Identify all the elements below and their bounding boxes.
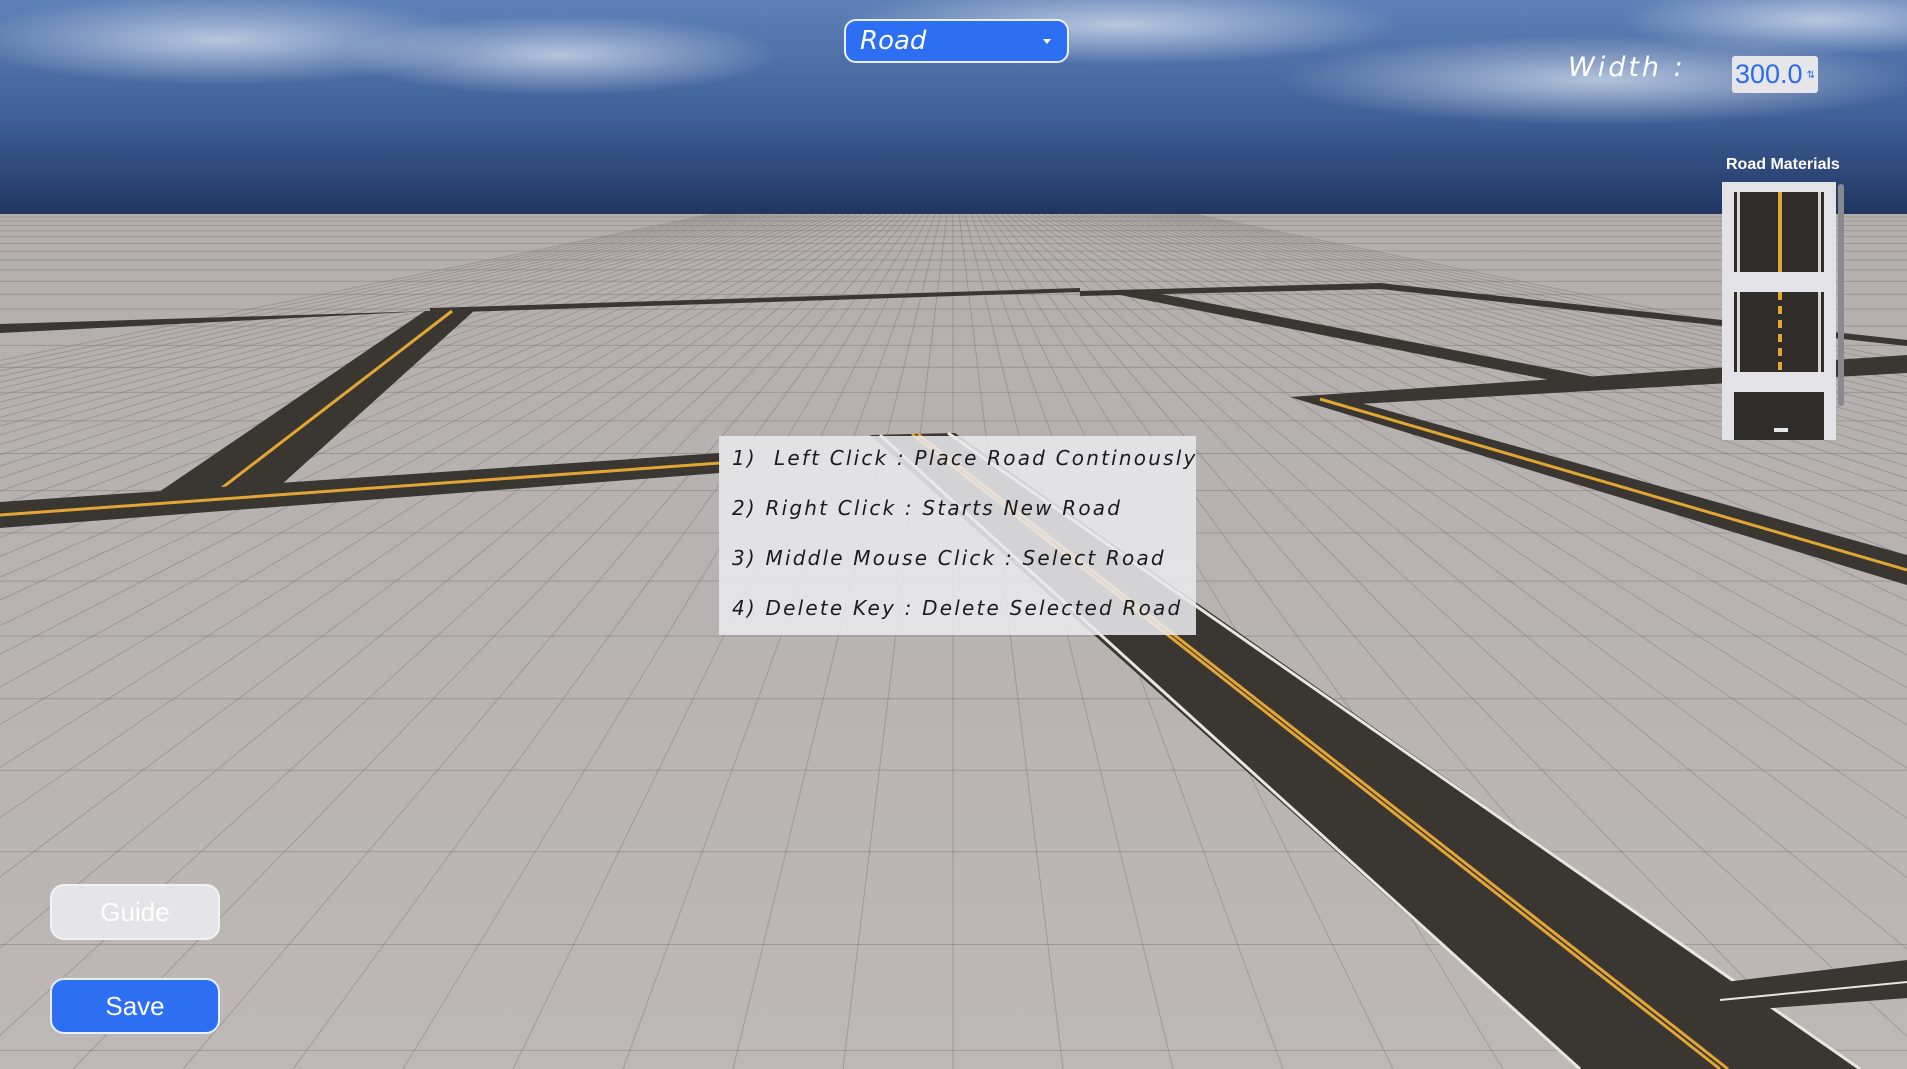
guide-line: 1) Left Click : Place Road Continously: [732, 446, 1198, 470]
mode-dropdown-value: Road: [860, 26, 927, 56]
mode-dropdown[interactable]: Road: [844, 19, 1069, 63]
chevron-down-icon: [1043, 39, 1051, 44]
material-tile-solid-yellow[interactable]: [1734, 192, 1824, 272]
width-label: Width :: [1568, 52, 1686, 83]
material-edge-line: [1818, 192, 1821, 272]
save-button[interactable]: Save: [50, 978, 220, 1034]
guide-panel: 1) Left Click : Place Road Continously 2…: [719, 436, 1196, 635]
material-edge-line: [1737, 192, 1740, 272]
guide-line: 3) Middle Mouse Click : Select Road: [732, 546, 1166, 570]
spinner-arrows-icon[interactable]: ⇅: [1807, 70, 1815, 81]
material-center-line: [1778, 292, 1782, 372]
materials-panel: [1722, 182, 1836, 440]
material-edge-line: [1737, 292, 1740, 372]
material-tile-plain[interactable]: [1734, 392, 1824, 440]
width-input[interactable]: 300.0 ⇅: [1732, 56, 1818, 93]
materials-scrollbar[interactable]: [1838, 184, 1844, 406]
material-mark: [1774, 428, 1788, 432]
material-tile-dashed-yellow[interactable]: [1734, 292, 1824, 372]
materials-title: Road Materials: [1726, 156, 1840, 173]
material-edge-line: [1818, 292, 1821, 372]
guide-line: 2) Right Click : Starts New Road: [732, 496, 1123, 520]
material-center-line: [1778, 192, 1782, 272]
guide-button[interactable]: Guide: [50, 884, 220, 940]
guide-line: 4) Delete Key : Delete Selected Road: [732, 596, 1183, 620]
width-input-value: 300.0: [1735, 59, 1803, 89]
